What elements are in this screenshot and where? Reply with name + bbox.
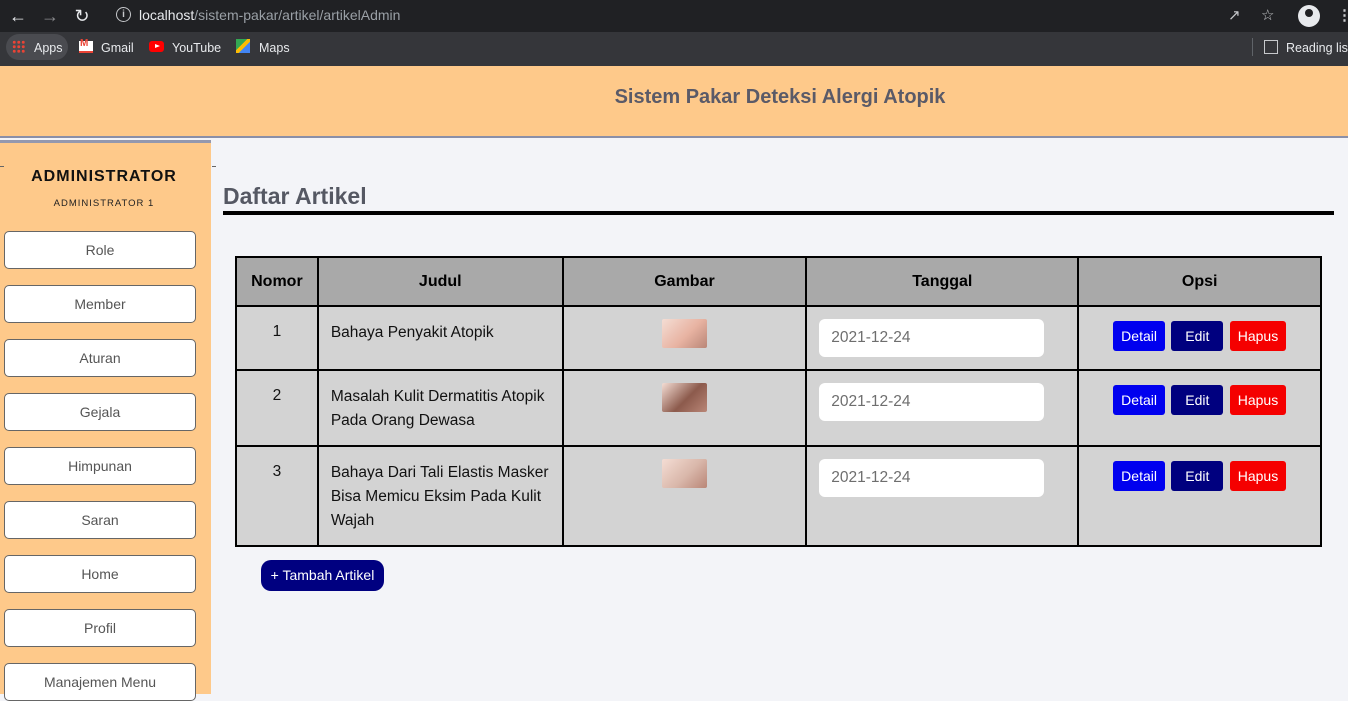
col-gambar: Gambar (561, 256, 808, 307)
sidebar-item-home[interactable]: Home (4, 555, 196, 593)
edit-button[interactable]: Edit (1171, 385, 1224, 415)
sidebar-item-himpunan[interactable]: Himpunan (4, 447, 196, 485)
sidebar-item-role[interactable]: Role (4, 231, 196, 269)
row-image-cell (561, 445, 808, 547)
row-actions: Detail Edit Hapus (1077, 369, 1322, 447)
row-title: Bahaya Dari Tali Elastis Masker Bisa Mem… (316, 445, 564, 547)
reading-list-icon (1264, 40, 1278, 54)
detail-button[interactable]: Detail (1113, 461, 1165, 491)
url-text[interactable]: localhost/sistem-pakar/artikel/artikelAd… (139, 7, 400, 23)
delete-button[interactable]: Hapus (1229, 461, 1287, 491)
site-info-icon[interactable]: i (116, 7, 131, 22)
bookmark-gmail[interactable]: Gmail (101, 39, 134, 57)
row-title: Bahaya Penyakit Atopik (316, 305, 564, 371)
edit-button[interactable]: Edit (1171, 321, 1224, 351)
menu-kebab-icon[interactable]: ⋮ (1337, 6, 1348, 26)
bookmark-separator (1252, 38, 1253, 56)
detail-button[interactable]: Detail (1113, 385, 1165, 415)
sidebar-subtitle: ADMINISTRATOR 1 (53, 198, 155, 209)
sidebar-title: ADMINISTRATOR (31, 168, 177, 185)
sidebar-item-manajemen-menu[interactable]: Manajemen Menu (4, 663, 196, 701)
row-actions: Detail Edit Hapus (1077, 305, 1322, 371)
detail-button[interactable]: Detail (1113, 321, 1165, 351)
article-thumbnail (661, 459, 707, 488)
row-number: 3 (235, 445, 319, 547)
sidebar-item-profil[interactable]: Profil (4, 609, 196, 647)
page-title: Daftar Artikel (223, 183, 367, 209)
star-icon[interactable]: ☆ (1261, 6, 1274, 26)
col-tanggal: Tanggal (805, 256, 1080, 307)
title-underline (223, 211, 1334, 215)
table-row: 3 Bahaya Dari Tali Elastis Masker Bisa M… (235, 445, 1322, 547)
row-date-cell: 2021-12-24 (805, 369, 1080, 447)
sidebar-item-member[interactable]: Member (4, 285, 196, 323)
gmail-icon (79, 38, 93, 53)
row-title: Masalah Kulit Dermatitis Atopik Pada Ora… (316, 369, 564, 447)
article-table: Nomor Judul Gambar Tanggal Opsi 1 Bahaya… (235, 256, 1322, 547)
col-nomor: Nomor (235, 256, 319, 307)
divider (212, 166, 216, 167)
divider (0, 166, 4, 167)
maps-icon (236, 39, 250, 53)
back-icon[interactable]: ← (8, 6, 28, 26)
edit-button[interactable]: Edit (1171, 461, 1224, 491)
delete-button[interactable]: Hapus (1229, 385, 1287, 415)
add-article-button[interactable]: + Tambah Artikel (261, 560, 384, 591)
profile-avatar[interactable] (1298, 5, 1320, 27)
bookmark-apps-label[interactable]: Apps (34, 39, 63, 57)
row-number: 2 (235, 369, 319, 447)
bookmark-youtube[interactable]: YouTube (172, 39, 221, 57)
sidebar-item-saran[interactable]: Saran (4, 501, 196, 539)
table-header-row: Nomor Judul Gambar Tanggal Opsi (235, 256, 1322, 307)
table-row: 2 Masalah Kulit Dermatitis Atopik Pada O… (235, 369, 1322, 447)
article-thumbnail (661, 319, 707, 348)
row-date-cell: 2021-12-24 (805, 445, 1080, 547)
youtube-icon (149, 41, 164, 52)
date-field[interactable]: 2021-12-24 (819, 319, 1045, 357)
apps-grid-icon (12, 40, 25, 53)
table-row: 1 Bahaya Penyakit Atopik 2021-12-24 Deta… (235, 305, 1322, 371)
reload-icon[interactable]: ↻ (72, 6, 92, 26)
row-image-cell (561, 305, 808, 371)
reading-list[interactable]: Reading list (1286, 39, 1348, 57)
row-date-cell: 2021-12-24 (805, 305, 1080, 371)
row-actions: Detail Edit Hapus (1077, 445, 1322, 547)
row-number: 1 (235, 305, 319, 371)
delete-button[interactable]: Hapus (1229, 321, 1287, 351)
col-judul: Judul (316, 256, 564, 307)
forward-icon[interactable]: → (40, 6, 60, 26)
col-opsi: Opsi (1077, 256, 1322, 307)
date-field[interactable]: 2021-12-24 (819, 459, 1045, 497)
sidebar-item-gejala[interactable]: Gejala (4, 393, 196, 431)
site-title: Sistem Pakar Deteksi Alergi Atopik (614, 86, 946, 108)
article-thumbnail (661, 383, 707, 412)
date-field[interactable]: 2021-12-24 (819, 383, 1045, 421)
sidebar-item-aturan[interactable]: Aturan (4, 339, 196, 377)
row-image-cell (561, 369, 808, 447)
share-icon[interactable]: ↗ (1228, 6, 1241, 26)
bookmark-maps[interactable]: Maps (259, 39, 290, 57)
